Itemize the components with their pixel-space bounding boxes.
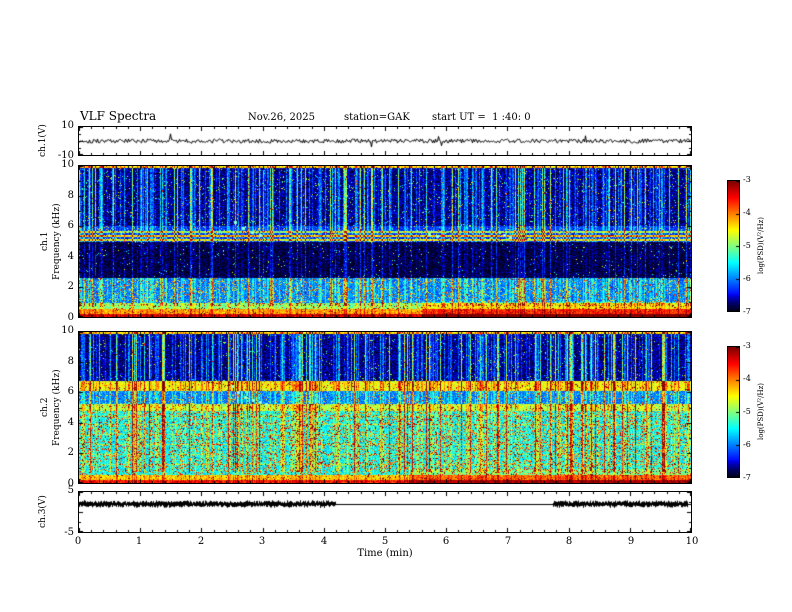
tick-label: -6 <box>743 274 751 283</box>
ch1-waveform-panel <box>78 126 692 156</box>
colorbar2-canvas <box>728 347 739 477</box>
ch2-frequency-axis-label: Frequency (kHz) <box>52 369 62 446</box>
ch1-spectrogram-panel <box>78 165 692 318</box>
tick-label: -4 <box>743 374 751 383</box>
ch1-spectrogram-channel-label: ch.1 <box>40 231 50 252</box>
tick-label: -5 <box>743 241 751 250</box>
tick-label: 9 <box>627 536 635 547</box>
ch2-spectrogram-panel <box>78 331 692 484</box>
tick-label: 8 <box>67 190 74 201</box>
tick-label: 7 <box>504 536 512 547</box>
ch2-spectrogram-canvas <box>79 332 691 483</box>
start-ut-label: start UT = 1 :40: 0 <box>432 112 531 123</box>
tick-label: 4 <box>320 536 328 547</box>
tick-label: 2 <box>67 281 74 292</box>
tick-label: 10 <box>61 159 74 170</box>
tick-label: 0 <box>67 312 74 323</box>
tick-label: -5 <box>743 407 751 416</box>
ch1-spectrogram-canvas <box>79 166 691 317</box>
plot-title: VLF Spectra <box>80 109 157 123</box>
ch3-status-panel <box>78 491 692 533</box>
tick-label: 2 <box>197 536 205 547</box>
tick-label: 0 <box>74 536 82 547</box>
station-label: station=GAK <box>344 112 410 123</box>
tick-label: -4 <box>743 208 751 217</box>
tick-label: 2 <box>67 447 74 458</box>
tick-label: -3 <box>743 341 751 350</box>
tick-label: 4 <box>67 417 74 428</box>
ch3-status-canvas <box>79 492 691 532</box>
tick-label: 5 <box>67 485 74 496</box>
ch1-frequency-axis-label: Frequency (kHz) <box>52 203 62 280</box>
tick-label: -6 <box>743 440 751 449</box>
tick-label: 8 <box>67 356 74 367</box>
tick-label: -3 <box>743 175 751 184</box>
tick-label: -7 <box>743 473 751 482</box>
tick-label: 10 <box>685 536 699 547</box>
colorbar1-unit-label: log(PSD)(V²/Hz) <box>757 217 765 275</box>
vlf-spectra-plot: VLF Spectra Nov.26, 2025 station=GAK sta… <box>0 0 792 612</box>
tick-label: 4 <box>67 251 74 262</box>
tick-label: 1 <box>135 536 143 547</box>
ch2-spectrogram-channel-label: ch.2 <box>40 397 50 418</box>
colorbar2-unit-label: log(PSD)(V²/Hz) <box>757 383 765 441</box>
tick-label: 8 <box>565 536 573 547</box>
tick-label: 6 <box>442 536 450 547</box>
ch3-voltage-axis-label: ch.3(V) <box>38 495 48 529</box>
time-axis-label: Time (min) <box>357 548 413 559</box>
colorbar1 <box>727 180 740 312</box>
tick-label: 10 <box>61 120 74 131</box>
ch1-voltage-axis-label: ch.1(V) <box>38 124 48 158</box>
ch1-waveform-canvas <box>79 127 691 155</box>
tick-label: 5 <box>381 536 389 547</box>
tick-label: 6 <box>67 220 74 231</box>
colorbar2 <box>727 346 740 478</box>
plot-date: Nov.26, 2025 <box>248 112 315 123</box>
tick-label: 10 <box>61 325 74 336</box>
tick-label: 6 <box>67 386 74 397</box>
tick-label: -7 <box>743 307 751 316</box>
tick-label: 3 <box>258 536 266 547</box>
colorbar1-canvas <box>728 181 739 311</box>
